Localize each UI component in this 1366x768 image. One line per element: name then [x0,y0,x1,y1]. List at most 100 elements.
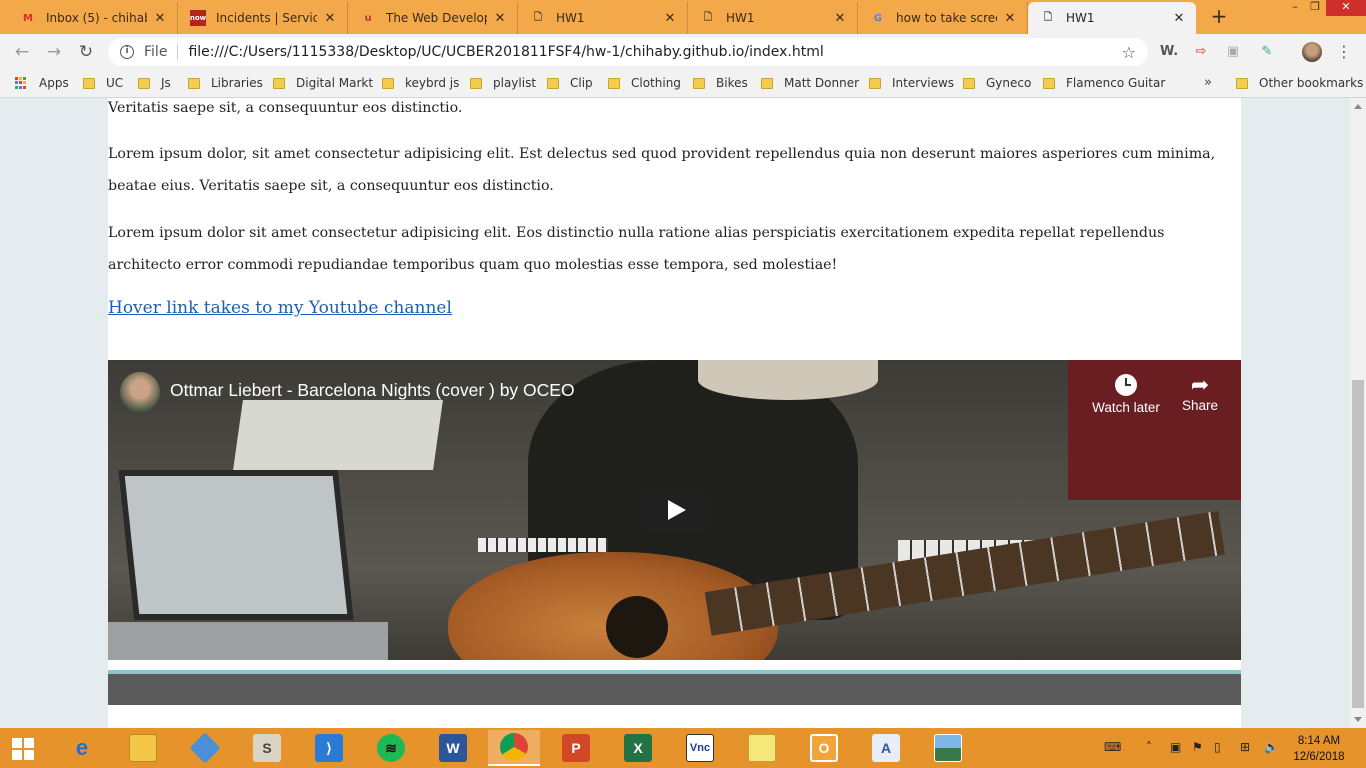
scroll-up-icon[interactable] [1354,104,1362,109]
spotify-icon[interactable]: ≋ [365,730,417,766]
photos-icon[interactable] [922,730,974,766]
outlook-tray-icon[interactable]: ▣ [1170,740,1181,754]
tab-servicenow[interactable]: now Incidents | ServiceN ✕ [178,2,348,34]
play-button[interactable] [641,488,709,532]
slack-icon[interactable]: S [241,730,293,766]
bookmark-folder[interactable]: playlist [470,76,536,90]
watch-later-label: Watch later [1092,400,1160,415]
system-clock[interactable]: 8:14 AM 12/6/2018 [1284,733,1354,765]
tab-hw1-a[interactable]: 🗋 HW1 ✕ [518,2,688,34]
bookmark-folder[interactable]: Libraries [188,76,263,90]
tab-hw1-active[interactable]: 🗋 HW1 ✕ [1028,2,1196,34]
git-icon[interactable] [179,730,231,766]
sticky-notes-icon[interactable] [736,730,788,766]
close-tab-icon[interactable]: ✕ [493,11,507,26]
keyboard-icon[interactable]: ⌨ [1104,740,1121,754]
powerpoint-icon[interactable]: P [550,730,602,766]
bookmarks-overflow-button[interactable]: » [1204,75,1212,90]
reader-icon[interactable]: A [860,730,912,766]
close-tab-icon[interactable]: ✕ [663,11,677,26]
close-tab-icon[interactable]: ✕ [153,11,167,26]
folder-icon [382,77,394,89]
bookmark-folder[interactable]: Clothing [608,76,681,90]
scrollbar-thumb[interactable] [1352,380,1364,708]
restore-button[interactable]: ❐ [1302,0,1328,16]
youtube-channel-link[interactable]: Hover link takes to my Youtube channel [108,298,452,318]
internet-explorer-icon[interactable]: e [56,730,108,766]
browser-toolbar: ← → ↻ i File file:///C:/Users/1115338/De… [0,34,1366,70]
profile-avatar[interactable] [1302,42,1322,62]
youtube-embed[interactable]: Ottmar Liebert - Barcelona Nights (cover… [108,360,1241,660]
reload-button[interactable]: ↻ [76,42,96,62]
address-bar[interactable]: i File file:///C:/Users/1115338/Desktop/… [108,38,1148,66]
extension-cast-icon[interactable]: ⇨ [1192,43,1210,61]
close-tab-icon[interactable]: ✕ [1172,11,1186,26]
tab-gmail[interactable]: M Inbox (5) - chihaby@ ✕ [8,2,178,34]
bookmark-folder[interactable]: Flamenco Guitar [1043,76,1165,90]
bookmark-folder[interactable]: Interviews [869,76,954,90]
folder-icon [138,77,150,89]
url-text[interactable]: file:///C:/Users/1115338/Desktop/UC/UCBE… [188,44,823,60]
clock-date: 12/6/2018 [1293,751,1345,763]
bookmark-label: Clothing [631,76,681,90]
bookmark-folder[interactable]: Gyneco [963,76,1031,90]
outlook-icon[interactable]: O [798,730,850,766]
tab-title: Incidents | ServiceN [216,11,317,25]
bookmark-folder[interactable]: Clip [547,76,593,90]
bookmark-label: Matt Donner [784,76,860,90]
extension-chat-icon[interactable]: ▣ [1224,43,1242,61]
network-icon[interactable]: ⊞ [1240,740,1250,754]
close-tab-icon[interactable]: ✕ [1003,11,1017,26]
tab-hw1-b[interactable]: 🗋 HW1 ✕ [688,2,858,34]
copyright-text: Copyright [655,706,694,716]
close-tab-icon[interactable]: ✕ [323,11,337,26]
tab-web-developer[interactable]: u The Web Developer ✕ [348,2,518,34]
page-icon: 🗋 [1043,11,1053,23]
forward-button[interactable]: → [44,42,64,62]
tab-google-search[interactable]: G how to take screens ✕ [858,2,1028,34]
video-title[interactable]: Ottmar Liebert - Barcelona Nights (cover… [170,380,575,401]
folder-icon [1236,77,1248,89]
vnc-icon[interactable]: Vnc [674,730,726,766]
channel-avatar[interactable] [120,372,160,412]
extension-w-icon[interactable]: W. [1160,43,1178,61]
bookmark-folder[interactable]: keybrd js [382,76,459,90]
share-button[interactable]: ➦ Share [1165,372,1235,413]
start-button[interactable] [12,738,34,760]
page-content: Veritatis saepe sit, a consequuntur eos … [108,98,1241,728]
bookmark-apps[interactable]: Apps [15,76,69,90]
file-explorer-icon[interactable] [117,730,169,766]
close-window-button[interactable]: ✕ [1326,0,1366,16]
paragraph: Lorem ipsum dolor, sit amet consectetur … [108,146,1216,194]
bookmark-folder[interactable]: Digital Markt [273,76,373,90]
menu-icon[interactable]: ⋮ [1336,42,1352,61]
folder-icon [470,77,482,89]
scroll-down-icon[interactable] [1354,717,1362,722]
watch-later-button[interactable]: Watch later [1091,372,1161,415]
new-tab-button[interactable]: + [1209,6,1229,26]
bookmark-folder[interactable]: Bikes [693,76,748,90]
bookmark-other[interactable]: Other bookmarks [1236,76,1363,90]
bookmark-folder[interactable]: Js [138,76,171,90]
back-button[interactable]: ← [12,42,32,62]
volume-icon[interactable]: 🔈 [1264,740,1279,754]
extension-pen-icon[interactable]: ✎ [1258,43,1276,61]
close-tab-icon[interactable]: ✕ [833,11,847,26]
device-icon[interactable]: ▯ [1214,740,1221,754]
bookmark-label: Flamenco Guitar [1066,76,1166,90]
clock-time: 8:14 AM [1297,735,1341,747]
url-scheme: File [144,44,179,60]
bookmark-folder[interactable]: UC [83,76,123,90]
vertical-scrollbar[interactable] [1350,98,1366,728]
excel-icon[interactable]: X [612,730,664,766]
tray-overflow-icon[interactable]: ˄ [1146,740,1152,754]
vscode-icon[interactable]: ⟩ [303,730,355,766]
bookmark-folder[interactable]: Matt Donner [761,76,859,90]
flag-icon[interactable]: ⚑ [1192,740,1203,754]
windows-taskbar: e S ⟩ ≋ W P X Vnc O A ⌨ ˄ ▣ ⚑ ▯ ⊞ 🔈 8:14… [0,728,1366,768]
bookmarks-bar: Apps UC Js Libraries Digital Markt keybr… [0,70,1366,98]
info-icon[interactable]: i [120,45,134,59]
bookmark-star-icon[interactable]: ☆ [1122,43,1136,62]
chrome-icon[interactable] [488,730,540,766]
word-icon[interactable]: W [427,730,479,766]
